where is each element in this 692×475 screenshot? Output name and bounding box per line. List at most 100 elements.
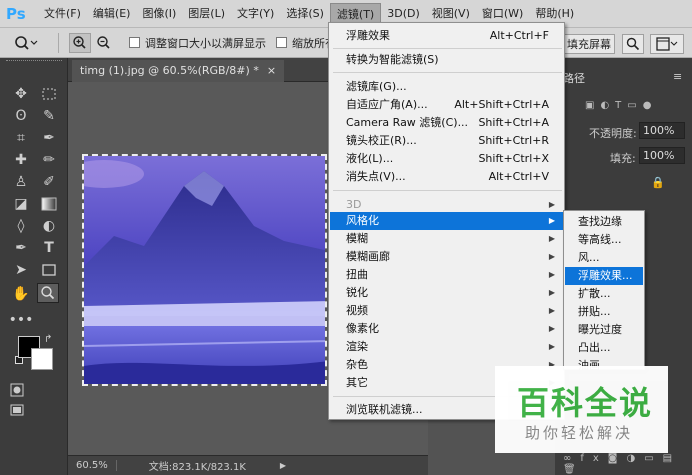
search-button[interactable]: [622, 34, 644, 54]
menu-edit[interactable]: 编辑(E): [87, 3, 137, 25]
submenu-extrude[interactable]: 凸出...: [565, 339, 643, 357]
eraser-tool[interactable]: ◪: [10, 194, 32, 214]
submenu-arrow-icon: ▶: [548, 216, 555, 225]
zoom-level[interactable]: 60.5%: [68, 460, 117, 471]
menu-item-convert-smart-filter[interactable]: 转换为智能滤镜(S): [330, 51, 563, 69]
menu-separator: [333, 72, 562, 73]
submenu-solarize[interactable]: 曝光过度: [565, 321, 643, 339]
photoshop-window: Ps 文件(F) 编辑(E) 图像(I) 图层(L) 文字(Y) 选择(S) 滤…: [0, 0, 692, 475]
search-icon: [626, 37, 640, 51]
fill-label: 填充:: [610, 152, 636, 165]
status-arrow-icon[interactable]: ▶: [280, 461, 286, 470]
submenu-wind[interactable]: 风...: [565, 249, 643, 267]
zoom-tool-preset-icon[interactable]: [14, 33, 48, 53]
menu-separator: [333, 48, 562, 49]
panel-footer-icons[interactable]: ∞fx◙◑▭▤🗑: [563, 453, 692, 475]
marquee-tool[interactable]: [38, 84, 60, 104]
healing-brush-tool[interactable]: ✚: [10, 150, 32, 170]
background-color-swatch[interactable]: [31, 348, 53, 370]
resize-windows-label: 调整窗口大小以满屏显示: [145, 36, 266, 50]
watermark-title: 百科全说: [517, 384, 654, 422]
menu-select[interactable]: 选择(S): [280, 3, 330, 25]
gradient-tool[interactable]: [38, 194, 60, 214]
rectangle-tool[interactable]: [38, 260, 60, 280]
submenu-contour[interactable]: 等高线...: [565, 231, 643, 249]
zoom-all-windows-checkbox[interactable]: 缩放所有: [276, 35, 336, 51]
menu-file[interactable]: 文件(F): [38, 3, 87, 25]
move-tool[interactable]: ✥: [10, 84, 32, 104]
hand-tool[interactable]: ✋: [10, 284, 32, 304]
menu-item-video[interactable]: 视频 ▶: [330, 302, 563, 320]
checkbox-box[interactable]: [129, 37, 140, 48]
crop-tool[interactable]: ⌗: [10, 128, 32, 148]
submenu-arrow-icon: ▶: [548, 306, 555, 315]
tools-panel: ✥ ʘ ✎ ⌗ ✒ ✚ ✏ ♙ ✐ ◪ ◊ ◐ ✒ T ➤ ✋ ••• ↱: [0, 58, 68, 475]
stylize-submenu: 查找边缘 等高线... 风... 浮雕效果... 扩散... 拼贴... 曝光过…: [563, 210, 645, 372]
path-select-tool[interactable]: ➤: [10, 260, 32, 280]
lock-icon: 🔒: [651, 176, 665, 189]
submenu-arrow-icon: ▶: [548, 342, 555, 351]
menu-item-camera-raw[interactable]: Camera Raw 滤镜(C)... Shift+Ctrl+A: [330, 114, 563, 132]
history-brush-tool[interactable]: ✐: [38, 172, 60, 192]
menu-item-render[interactable]: 渲染 ▶: [330, 338, 563, 356]
menu-separator: [333, 190, 562, 191]
menu-item-adaptive-wide-angle[interactable]: 自适应广角(A)... Alt+Shift+Ctrl+A: [330, 96, 563, 114]
menu-item-pixelate[interactable]: 像素化 ▶: [330, 320, 563, 338]
submenu-diffuse[interactable]: 扩散...: [565, 285, 643, 303]
photoshop-logo: Ps: [6, 4, 26, 23]
paths-tab[interactable]: 路径: [563, 70, 585, 86]
menu-layer[interactable]: 图层(L): [182, 3, 231, 25]
watermark-subtitle: 助你轻松解决: [525, 424, 634, 442]
type-tool[interactable]: T: [38, 238, 60, 258]
submenu-arrow-icon: ▶: [548, 288, 555, 297]
canvas-image[interactable]: [82, 154, 327, 386]
workspace-icon: [656, 37, 678, 51]
menu-item-filter-gallery[interactable]: 滤镜库(G)...: [330, 78, 563, 96]
menu-type[interactable]: 文字(Y): [231, 3, 280, 25]
menu-item-liquify[interactable]: 液化(L)... Shift+Ctrl+X: [330, 150, 563, 168]
quick-mask-icon[interactable]: [6, 380, 28, 400]
more-tools-icon[interactable]: •••: [9, 310, 34, 330]
submenu-arrow-icon: ▶: [548, 234, 555, 243]
checkbox-box[interactable]: [276, 37, 287, 48]
lasso-tool[interactable]: ʘ: [10, 106, 32, 126]
menu-item-sharpen[interactable]: 锐化 ▶: [330, 284, 563, 302]
menu-item-distort[interactable]: 扭曲 ▶: [330, 266, 563, 284]
menu-item-blur-gallery[interactable]: 模糊画廊 ▶: [330, 248, 563, 266]
zoom-tool[interactable]: [37, 283, 59, 303]
quick-select-tool[interactable]: ✎: [38, 106, 60, 126]
menu-item-emboss-last[interactable]: 浮雕效果 Alt+Ctrl+F: [330, 27, 563, 45]
toolbar-collapse-handle[interactable]: [6, 60, 62, 66]
status-bar: 60.5% 文档:823.1K/823.1K ▶: [68, 455, 428, 475]
screen-mode-icon[interactable]: [6, 400, 28, 420]
menu-image[interactable]: 图像(I): [136, 3, 182, 25]
fill-input[interactable]: 100%: [639, 147, 685, 164]
submenu-tiles[interactable]: 拼贴...: [565, 303, 643, 321]
submenu-emboss[interactable]: 浮雕效果...: [565, 267, 643, 285]
menu-item-vanishing-point[interactable]: 消失点(V)... Alt+Ctrl+V: [330, 168, 563, 186]
zoom-in-button[interactable]: [69, 32, 91, 53]
pen-tool[interactable]: ✒: [10, 238, 32, 258]
panel-filter-icons[interactable]: ▣◐T▭●: [585, 100, 685, 116]
zoom-out-button[interactable]: [93, 33, 115, 53]
document-tab-title: timg (1).jpg @ 60.5%(RGB/8#) *: [80, 64, 259, 77]
close-icon[interactable]: ×: [267, 60, 276, 82]
menu-item-stylize[interactable]: 风格化 ▶: [330, 212, 563, 230]
document-tab[interactable]: timg (1).jpg @ 60.5%(RGB/8#) * ×: [72, 60, 285, 82]
workspace-button[interactable]: [650, 34, 684, 54]
blur-tool[interactable]: ◊: [10, 216, 32, 236]
filter-menu-dropdown: 浮雕效果 Alt+Ctrl+F 转换为智能滤镜(S) 滤镜库(G)... 自适应广…: [328, 22, 565, 420]
submenu-find-edges[interactable]: 查找边缘: [565, 213, 643, 231]
clone-stamp-tool[interactable]: ♙: [10, 172, 32, 192]
resize-windows-checkbox[interactable]: 调整窗口大小以满屏显示: [129, 35, 266, 51]
fill-screen-button[interactable]: 填充屏幕: [563, 34, 615, 54]
panel-menu-icon[interactable]: ≡: [673, 70, 682, 83]
opacity-input[interactable]: 100%: [639, 122, 685, 139]
eyedropper-tool[interactable]: ✒: [38, 128, 60, 148]
menu-item-blur[interactable]: 模糊 ▶: [330, 230, 563, 248]
dodge-tool[interactable]: ◐: [38, 216, 60, 236]
document-info: 文档:823.1K/823.1K: [148, 462, 246, 473]
brush-tool[interactable]: ✏: [38, 150, 60, 170]
menu-item-lens-correction[interactable]: 镜头校正(R)... Shift+Ctrl+R: [330, 132, 563, 150]
swap-colors-icon[interactable]: ↱: [44, 334, 52, 345]
